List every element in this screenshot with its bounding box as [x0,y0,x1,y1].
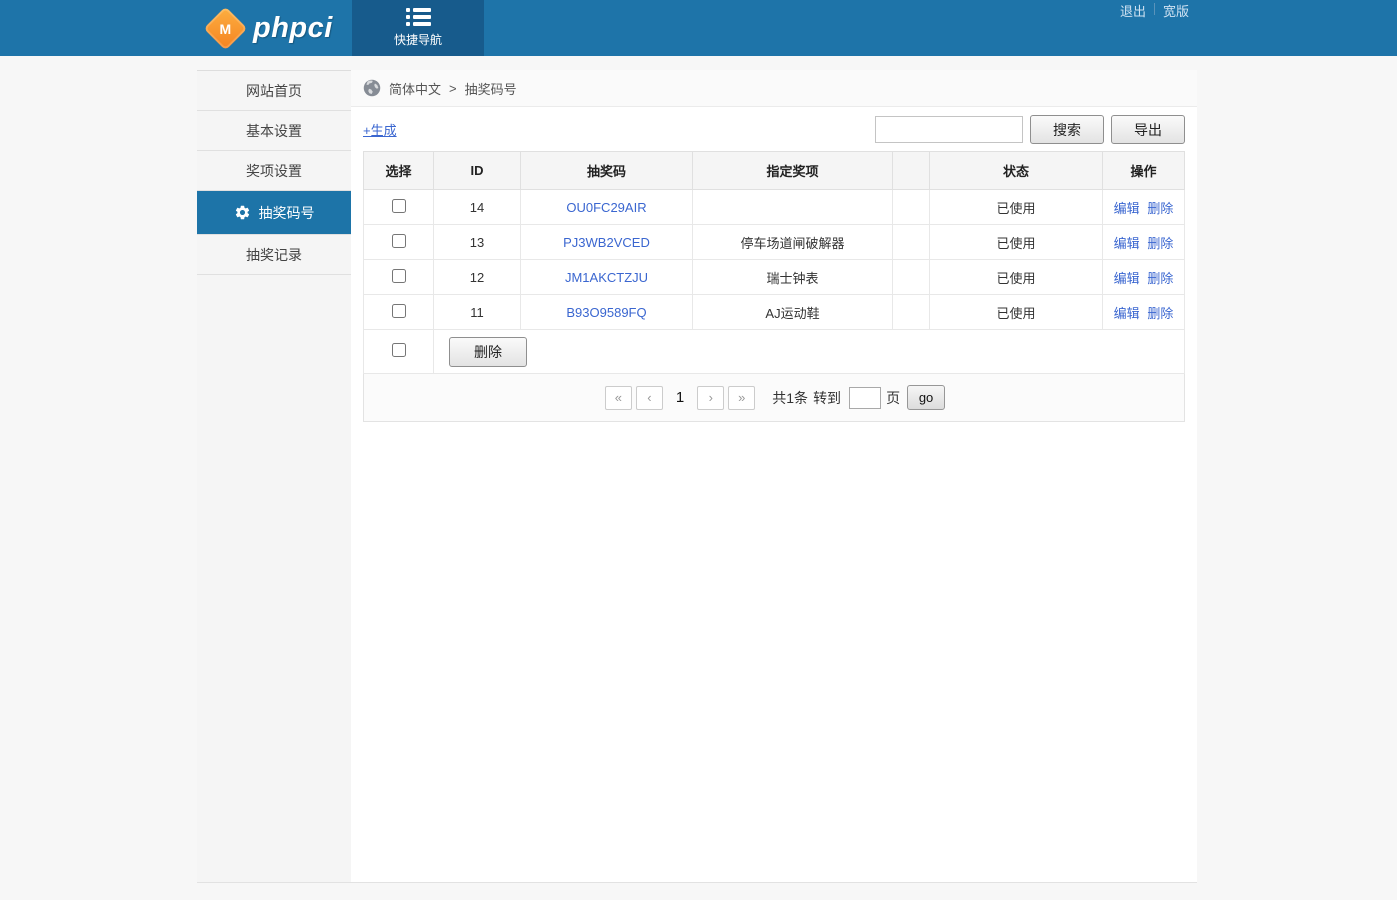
table-row: 13 PJ3WB2VCED 停车场道闸破解器 已使用 编辑 删除 [364,225,1185,260]
row-extra [893,190,930,225]
top-header-bar: M phpci 快捷导航 退出 宽版 [0,0,1397,56]
go-button[interactable]: go [907,385,945,410]
col-header-id: ID [434,152,521,190]
row-prize: 停车场道闸破解器 [693,225,893,260]
sidebar-item-home[interactable]: 网站首页 [197,71,351,111]
row-status: 已使用 [930,190,1103,225]
page-container: 网站首页 基本设置 奖项设置 抽奖码号 抽奖记录 简体中文 > 抽奖码号 +生成… [197,70,1197,883]
col-header-status: 状态 [930,152,1103,190]
col-header-select: 选择 [364,152,434,190]
row-id: 14 [434,190,521,225]
table-zone: 选择 ID 抽奖码 指定奖项 状态 操作 14 OU0FC29AIR [363,151,1185,422]
code-link[interactable]: JM1AKCTZJU [565,270,648,285]
delete-link[interactable]: 删除 [1147,271,1173,286]
edit-link[interactable]: 编辑 [1114,306,1140,321]
quick-nav-button[interactable]: 快捷导航 [352,0,484,56]
logo-text: phpci [253,12,333,45]
table-row: 12 JM1AKCTZJU 瑞士钟表 已使用 编辑 删除 [364,260,1185,295]
main-content: 简体中文 > 抽奖码号 +生成 搜索 导出 选择 ID [351,70,1197,882]
pagination: « ‹ 1 › » 共1条 转到 页 go [363,374,1185,422]
header-top-links: 退出 宽版 [1112,1,1197,20]
code-link[interactable]: PJ3WB2VCED [563,235,650,250]
breadcrumb-lang[interactable]: 简体中文 [389,79,441,98]
sidebar-item-label: 抽奖码号 [259,203,315,223]
row-prize [693,190,893,225]
wide-version-link[interactable]: 宽版 [1155,1,1197,20]
col-header-prize: 指定奖项 [693,152,893,190]
row-status: 已使用 [930,225,1103,260]
generate-link[interactable]: +生成 [363,120,397,139]
row-prize: AJ运动鞋 [693,295,893,330]
col-header-extra [893,152,930,190]
row-id: 12 [434,260,521,295]
row-checkbox[interactable] [392,269,406,283]
col-header-code: 抽奖码 [521,152,693,190]
pagination-current-page: 1 [676,389,684,406]
list-menu-icon [406,8,431,26]
quick-nav-label: 快捷导航 [394,31,442,48]
search-button[interactable]: 搜索 [1030,115,1104,144]
breadcrumb: 简体中文 > 抽奖码号 [351,70,1197,107]
bulk-delete-button[interactable]: 删除 [449,337,527,367]
pagination-last-button[interactable]: » [728,386,755,410]
row-id: 13 [434,225,521,260]
row-extra [893,295,930,330]
edit-link[interactable]: 编辑 [1114,236,1140,251]
breadcrumb-separator: > [449,81,457,96]
row-checkbox[interactable] [392,234,406,248]
code-link[interactable]: OU0FC29AIR [566,200,646,215]
row-status: 已使用 [930,295,1103,330]
breadcrumb-current-page: 抽奖码号 [465,79,517,98]
pagination-first-button[interactable]: « [605,386,632,410]
row-id: 11 [434,295,521,330]
delete-link[interactable]: 删除 [1147,201,1173,216]
app-logo[interactable]: M phpci [197,0,352,56]
sidebar: 网站首页 基本设置 奖项设置 抽奖码号 抽奖记录 [197,70,351,882]
sidebar-item-lottery-records[interactable]: 抽奖记录 [197,235,351,275]
sidebar-item-prize-settings[interactable]: 奖项设置 [197,151,351,191]
search-group: 搜索 导出 [875,115,1185,144]
logout-link[interactable]: 退出 [1112,1,1154,20]
code-link[interactable]: B93O9589FQ [566,305,646,320]
table-header-row: 选择 ID 抽奖码 指定奖项 状态 操作 [364,152,1185,190]
logo-diamond-icon: M [204,6,248,50]
sidebar-item-basic-settings[interactable]: 基本设置 [197,111,351,151]
pagination-prev-button[interactable]: ‹ [636,386,663,410]
col-header-actions: 操作 [1103,152,1185,190]
delete-link[interactable]: 删除 [1147,306,1173,321]
lottery-codes-table: 选择 ID 抽奖码 指定奖项 状态 操作 14 OU0FC29AIR [363,151,1185,374]
pagination-goto-text: 转到 [813,388,841,408]
select-all-checkbox[interactable] [392,343,406,357]
pagination-total-text: 共1条 [772,388,808,408]
edit-link[interactable]: 编辑 [1114,201,1140,216]
row-extra [893,225,930,260]
row-checkbox[interactable] [392,199,406,213]
sidebar-item-lottery-codes[interactable]: 抽奖码号 [197,191,351,235]
pagination-next-button[interactable]: › [697,386,724,410]
row-status: 已使用 [930,260,1103,295]
table-row: 11 B93O9589FQ AJ运动鞋 已使用 编辑 删除 [364,295,1185,330]
table-footer-row: 删除 [364,330,1185,374]
search-input[interactable] [875,116,1023,143]
pagination-page-suffix: 页 [886,388,900,408]
edit-link[interactable]: 编辑 [1114,271,1140,286]
export-button[interactable]: 导出 [1111,115,1185,144]
row-extra [893,260,930,295]
delete-link[interactable]: 删除 [1147,236,1173,251]
row-prize: 瑞士钟表 [693,260,893,295]
gear-icon [234,204,251,221]
page-number-input[interactable] [849,387,881,409]
toolbar: +生成 搜索 导出 [351,107,1197,151]
globe-icon [363,79,381,97]
row-checkbox[interactable] [392,304,406,318]
logo-mark-letter: M [220,20,232,36]
table-row: 14 OU0FC29AIR 已使用 编辑 删除 [364,190,1185,225]
